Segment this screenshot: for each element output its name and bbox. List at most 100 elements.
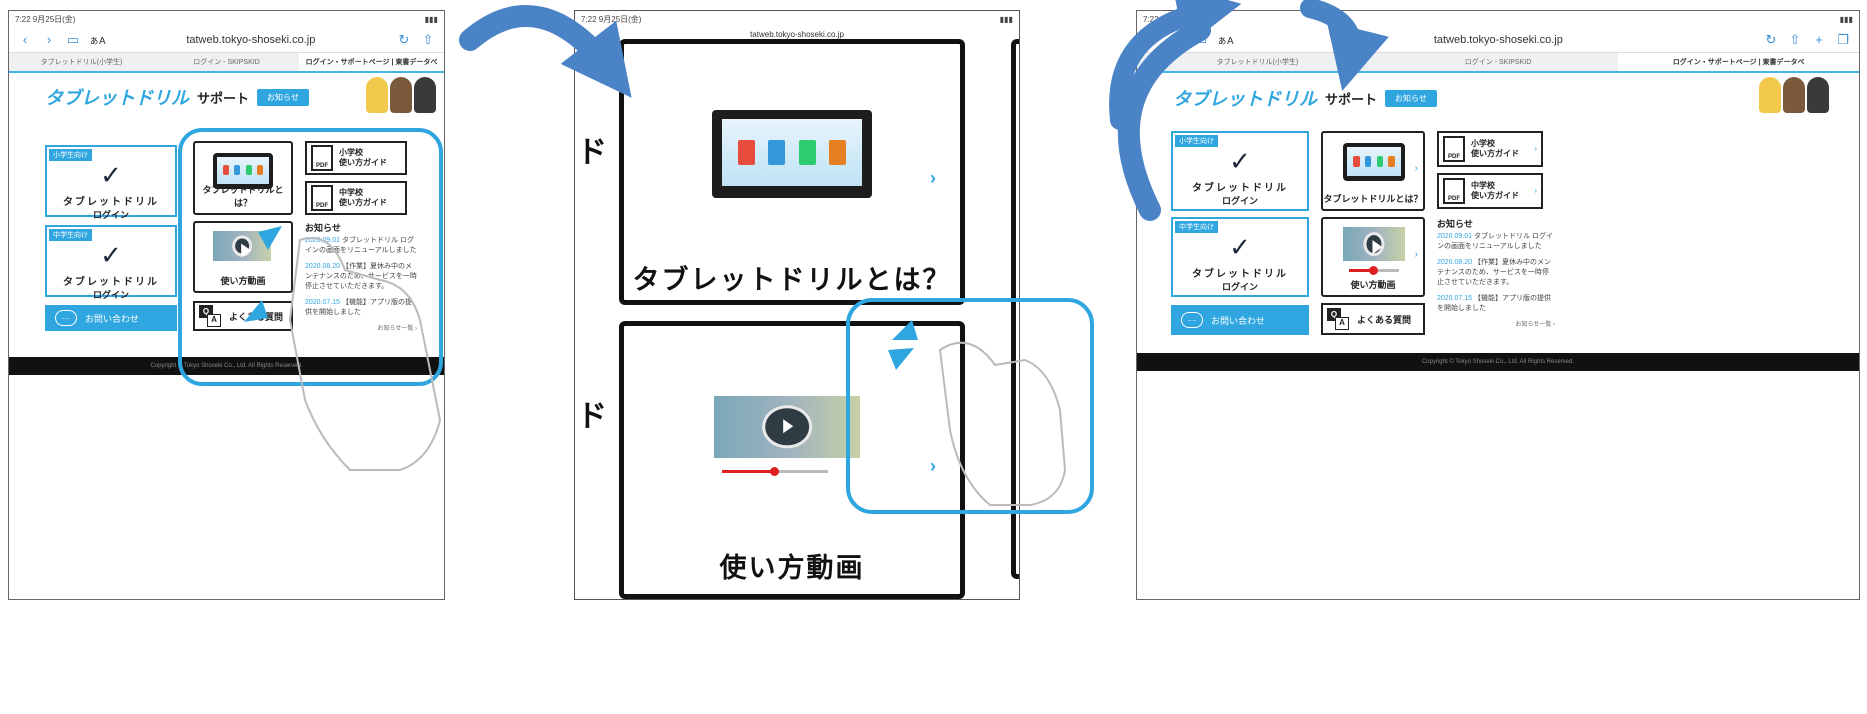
zoom-tile-video[interactable]: › 使い方動画 bbox=[619, 321, 965, 599]
guide-elementary-line1: 小学校 bbox=[1471, 139, 1495, 148]
book-icon[interactable]: ▭ bbox=[65, 32, 81, 47]
forward-icon[interactable]: › bbox=[41, 32, 57, 47]
news-item[interactable]: 2020.08.20 【作業】夏休み中のメンテナンスのため、サービスを一時停止さ… bbox=[305, 262, 417, 292]
reload-icon[interactable]: ↻ bbox=[1763, 32, 1779, 47]
chat-bubble-icon: … bbox=[55, 310, 77, 326]
tabs-icon[interactable]: ❐ bbox=[1835, 32, 1851, 47]
tab-support[interactable]: ログイン・サポートページ | 東書データベ bbox=[1618, 53, 1859, 71]
pdf-icon: PDF bbox=[1443, 178, 1465, 204]
video-thumbnail bbox=[1343, 227, 1405, 261]
news-more-link[interactable]: お知らせ一覧 › bbox=[1437, 320, 1555, 330]
address-field[interactable]: tatweb.tokyo-shoseki.co.jp bbox=[1242, 34, 1755, 46]
address-field[interactable]: tatweb.tokyo-shoseki.co.jp bbox=[583, 30, 1011, 39]
pdf-icon: PDF bbox=[311, 145, 333, 171]
contact-label: お問い合わせ bbox=[85, 313, 140, 324]
mascot-icon bbox=[1759, 77, 1781, 113]
share-icon[interactable]: ⇧ bbox=[420, 32, 436, 47]
guide-junior[interactable]: PDF 中学校 使い方ガイド bbox=[305, 181, 407, 215]
text-size-button[interactable]: ぁA bbox=[89, 32, 106, 47]
chevron-right-icon: › bbox=[1414, 249, 1418, 261]
status-time: 7:22 9月25日(金) bbox=[1143, 14, 1204, 24]
back-icon[interactable]: ‹ bbox=[17, 32, 33, 47]
pdf-icon: PDF bbox=[311, 185, 333, 211]
battery-icon: ▮▮▮ bbox=[1839, 14, 1853, 24]
login-card-junior[interactable]: 中学生向け ✓ タブレットドリル ログイン bbox=[1171, 217, 1309, 297]
url-bar[interactable]: ‹ › ▭ ぁA tatweb.tokyo-shoseki.co.jp ↻ ⇧ bbox=[9, 27, 444, 53]
url-bar[interactable]: ‹ › ▭ ぁA tatweb.tokyo-shoseki.co.jp ↻ ⇧ … bbox=[1137, 27, 1859, 53]
login-card-elementary[interactable]: 小学生向け ✓ タブレットドリル ログイン bbox=[45, 145, 177, 220]
text-size-button[interactable]: ぁA bbox=[1217, 32, 1234, 47]
tile-about[interactable]: › タブレットドリルとは？ bbox=[1321, 131, 1425, 211]
edge-heading-fragment: ド bbox=[577, 400, 607, 433]
new-tab-icon[interactable]: + bbox=[1811, 32, 1827, 47]
guide-junior[interactable]: PDF 中学校 使い方ガイド › bbox=[1437, 173, 1543, 209]
faq-button[interactable]: QA よくある質問 bbox=[193, 301, 293, 331]
header-notice-button[interactable]: お知らせ bbox=[1385, 89, 1437, 107]
login-card-sub: ログイン bbox=[1221, 282, 1258, 292]
tab-support[interactable]: ログイン・サポートページ | 東書データベ bbox=[299, 53, 444, 71]
qa-icon: QA bbox=[199, 305, 221, 327]
book-icon[interactable]: ▭ bbox=[1193, 32, 1209, 47]
pdf-icon: PDF bbox=[1443, 136, 1465, 162]
guide-elementary[interactable]: PDF 小学校 使い方ガイド › bbox=[1437, 131, 1543, 167]
contact-button[interactable]: … お問い合わせ bbox=[1171, 305, 1309, 335]
copyright-text: Copyright © Tokyo Shoseki Co., Ltd. All … bbox=[1421, 359, 1575, 365]
faq-label: よくある質問 bbox=[1357, 314, 1412, 325]
chat-bubble-icon: … bbox=[1181, 312, 1203, 328]
chevron-right-icon: › bbox=[930, 456, 936, 476]
guide-elementary-line2: 使い方ガイド bbox=[339, 158, 387, 167]
news-item[interactable]: 2020.08.20 【作業】夏休み中のメンテナンスのため、サービスを一時停止さ… bbox=[1437, 258, 1555, 288]
video-progress-bar bbox=[722, 467, 828, 476]
address-field[interactable]: tatweb.tokyo-shoseki.co.jp bbox=[114, 34, 388, 46]
tab-login[interactable]: ログイン - SKIPSKID bbox=[1378, 53, 1619, 71]
chevron-right-icon: › bbox=[930, 168, 936, 188]
video-progress-bar bbox=[1349, 266, 1399, 275]
panel-zoomed-page: 7:22 9月25日(金) ▮▮▮ tatweb.tokyo-shoseki.c… bbox=[574, 10, 1020, 600]
forward-icon[interactable]: › bbox=[1169, 32, 1185, 47]
mascot-icon bbox=[414, 77, 436, 113]
video-thumbnail bbox=[714, 396, 860, 458]
mascot-characters bbox=[1759, 77, 1829, 113]
check-logo-icon: ✓ bbox=[1229, 146, 1251, 176]
header-notice-button[interactable]: お知らせ bbox=[257, 88, 309, 106]
news-item[interactable]: 2020.07.15 【機能】アプリ版の提供を開始しました bbox=[305, 298, 417, 318]
tab-login[interactable]: ログイン - SKIPSKID bbox=[154, 53, 299, 71]
faq-button[interactable]: QA よくある質問 bbox=[1321, 303, 1425, 335]
login-card-junior[interactable]: 中学生向け ✓ タブレットドリル ログイン bbox=[45, 225, 177, 300]
tile-video[interactable]: › 使い方動画 bbox=[1321, 217, 1425, 297]
status-bar: 7:22 9月25日(金) ▮▮▮ bbox=[9, 11, 444, 27]
site-logo[interactable]: タブレットドリル bbox=[45, 84, 189, 110]
reload-icon[interactable]: ↻ bbox=[396, 32, 412, 47]
panel-original-page: 7:22 9月25日(金) ▮▮▮ ‹ › ▭ ぁA tatweb.tokyo-… bbox=[8, 10, 445, 600]
mascot-icon bbox=[366, 77, 388, 113]
site-logo[interactable]: タブレットドリル bbox=[1173, 85, 1317, 111]
status-time: 7:22 9月25日(金) bbox=[581, 14, 642, 24]
news-item[interactable]: 2020.07.15 【機能】アプリ版の提供を開始しました bbox=[1437, 294, 1555, 314]
mascot-icon bbox=[1807, 77, 1829, 113]
news-item[interactable]: 2020.09.01 タブレットドリル ログインの画面をリニューアルしました bbox=[1437, 232, 1555, 252]
login-card-elementary[interactable]: 小学生向け ✓ タブレットドリル ログイン bbox=[1171, 131, 1309, 211]
news-more-link[interactable]: お知らせ一覧 › bbox=[305, 324, 417, 334]
news-section: お知らせ 2020.09.01 タブレットドリル ログインの画面をリニューアルし… bbox=[305, 223, 417, 334]
tile-video[interactable]: 使い方動画 bbox=[193, 221, 293, 293]
check-logo-icon: ✓ bbox=[100, 240, 122, 270]
zoom-tile-about[interactable]: › タブレットドリルとは？ bbox=[619, 39, 965, 305]
tile-about[interactable]: タブレットドリルとは？ bbox=[193, 141, 293, 215]
tab-drill[interactable]: タブレットドリル(小学生) bbox=[1137, 53, 1378, 71]
news-item[interactable]: 2020.09.01 タブレットドリル ログインの画面をリニューアルしました bbox=[305, 236, 417, 256]
share-icon[interactable]: ⇧ bbox=[1787, 32, 1803, 47]
faq-label: よくある質問 bbox=[229, 311, 284, 322]
site-header: タブレットドリル サポート お知らせ bbox=[9, 73, 444, 121]
battery-icon: ▮▮▮ bbox=[999, 14, 1013, 24]
contact-button[interactable]: … お問い合わせ bbox=[45, 305, 177, 331]
tab-drill[interactable]: タブレットドリル(小学生) bbox=[9, 53, 154, 71]
tile-about-caption: タブレットドリルとは？ bbox=[1323, 194, 1423, 204]
tab-bar: タブレットドリル(小学生) ログイン - SKIPSKID ログイン・サポートペ… bbox=[1137, 53, 1859, 73]
status-time: 7:22 9月25日(金) bbox=[15, 14, 76, 24]
check-logo-icon: ✓ bbox=[100, 160, 122, 190]
login-card-title: タブレットドリル bbox=[1192, 183, 1288, 194]
check-logo-icon: ✓ bbox=[1229, 232, 1251, 262]
guide-elementary[interactable]: PDF 小学校 使い方ガイド bbox=[305, 141, 407, 175]
back-icon[interactable]: ‹ bbox=[1145, 32, 1161, 47]
status-bar: 7:22 9月25日(金) ▮▮▮ bbox=[1137, 11, 1859, 27]
